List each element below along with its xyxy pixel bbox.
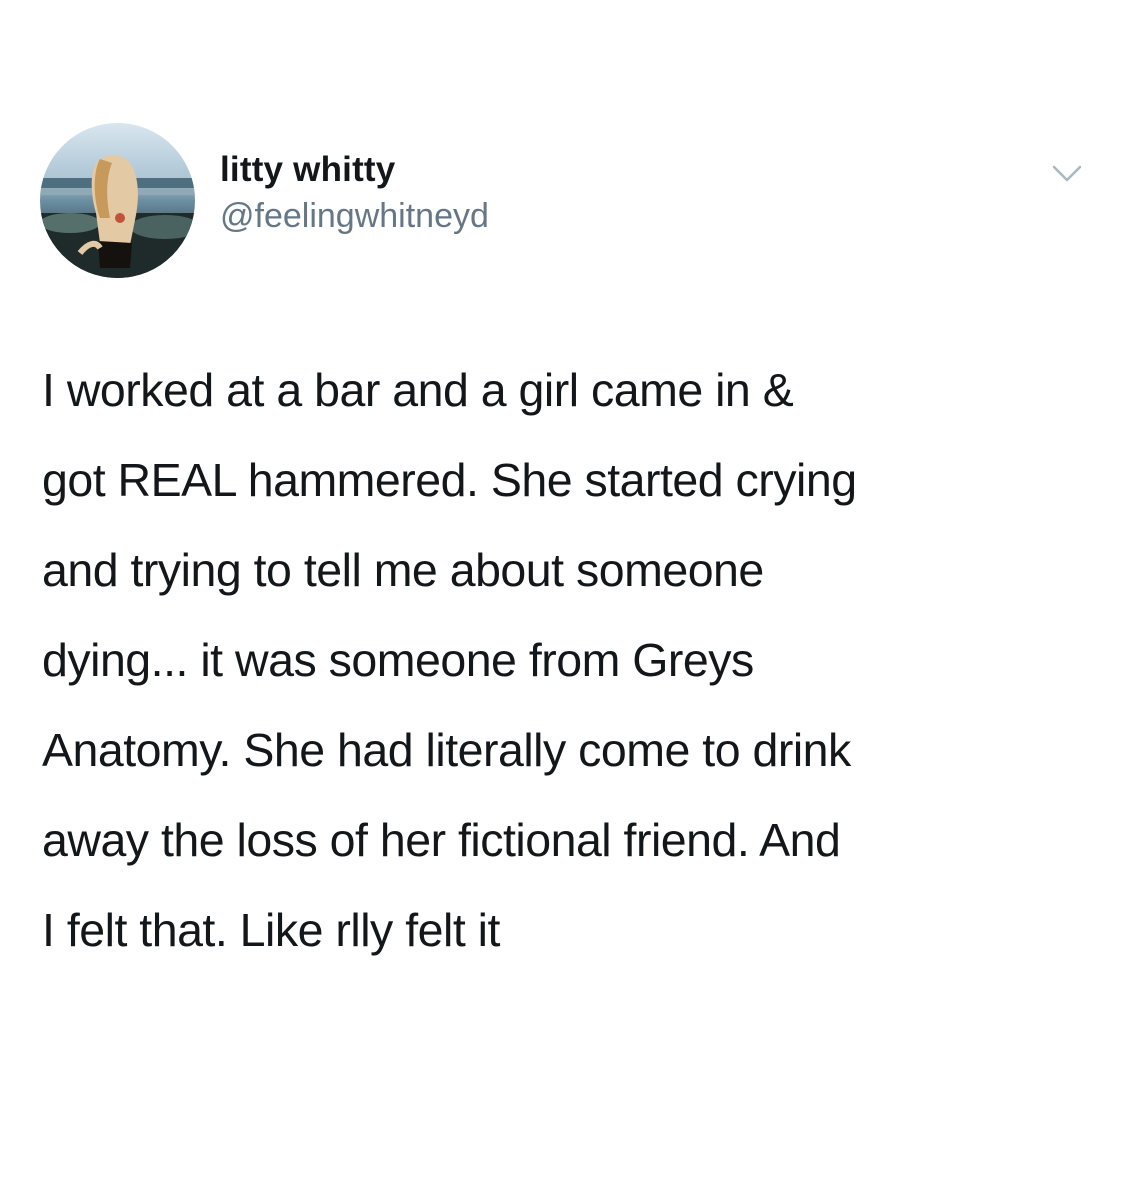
- display-name[interactable]: litty whitty: [220, 148, 489, 192]
- tweet-text-line: Anatomy. She had literally come to drink: [42, 724, 851, 776]
- tweet-text: I worked at a bar and a girl came in & g…: [42, 345, 1102, 975]
- tweet-text-line: I felt that. Like rlly felt it: [42, 904, 500, 956]
- tweet-card: litty whitty @feelingwhitneyd I worked a…: [0, 0, 1134, 1191]
- user-info[interactable]: litty whitty @feelingwhitneyd: [220, 148, 489, 238]
- avatar[interactable]: [40, 123, 195, 278]
- tweet-text-line: I worked at a bar and a girl came in &: [42, 364, 794, 416]
- tweet-text-line: got REAL hammered. She started crying: [42, 454, 857, 506]
- tweet-text-line: and trying to tell me about someone: [42, 544, 764, 596]
- avatar-photo: [40, 123, 195, 278]
- chevron-down-icon[interactable]: [1050, 162, 1084, 186]
- tweet-text-line: dying... it was someone from Greys: [42, 634, 754, 686]
- tweet-text-line: away the loss of her fictional friend. A…: [42, 814, 841, 866]
- user-handle[interactable]: @feelingwhitneyd: [220, 194, 489, 238]
